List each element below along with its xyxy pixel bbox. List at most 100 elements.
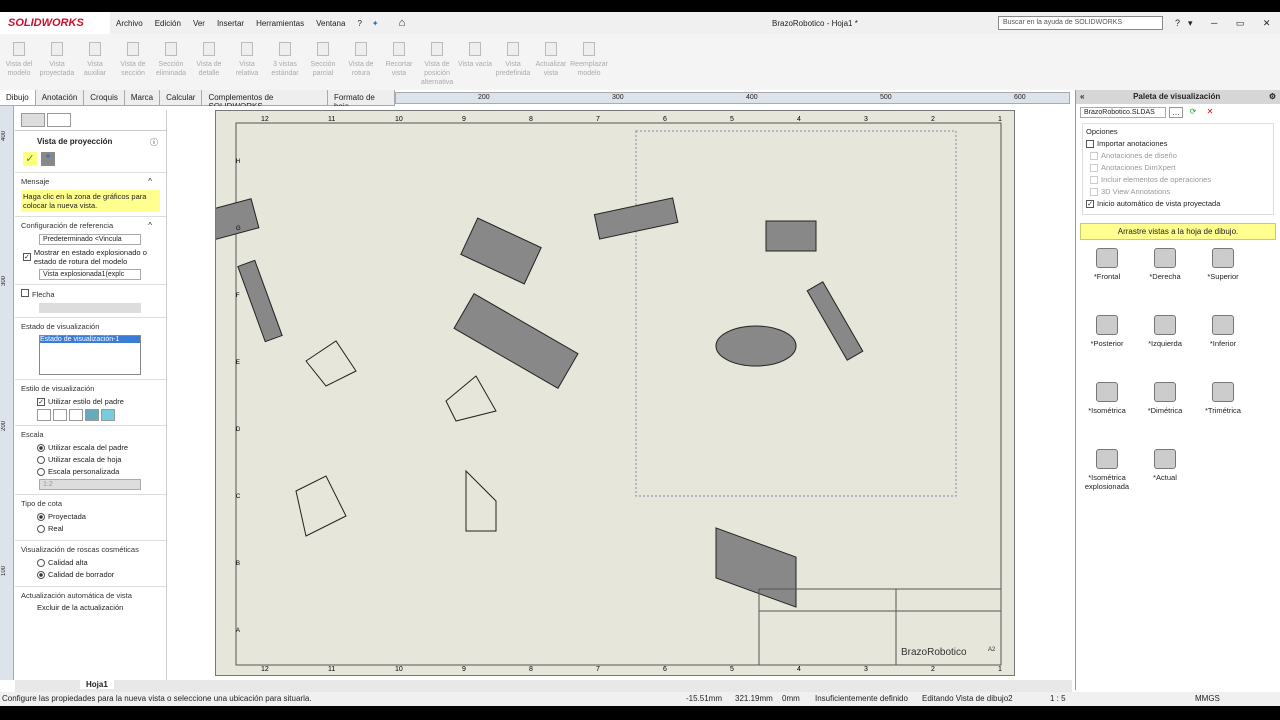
- radio-option[interactable]: Calidad alta: [37, 558, 160, 567]
- command-button[interactable]: Vista proyectada: [38, 42, 76, 90]
- estilo-checkbox[interactable]: ✓: [37, 397, 45, 406]
- command-button[interactable]: Vista auxiliar: [76, 42, 114, 90]
- radio-option[interactable]: Escala personalizada: [37, 467, 160, 476]
- sub-option-label: Anotaciones de diseño: [1101, 151, 1177, 160]
- radio-button[interactable]: [37, 570, 45, 579]
- command-button[interactable]: Vista relativa: [228, 42, 266, 90]
- ruler-label: 500: [880, 94, 892, 101]
- model-select[interactable]: BrazoRobotico.SLDAS: [1080, 107, 1166, 118]
- radio-option[interactable]: Proyectada: [37, 512, 160, 521]
- sheet-tab-hoja1[interactable]: Hoja1: [80, 680, 114, 689]
- display-style-buttons[interactable]: [37, 409, 160, 421]
- close-icon[interactable]: ✕: [1203, 107, 1217, 118]
- flecha-checkbox[interactable]: [21, 289, 29, 297]
- command-button[interactable]: Sección eliminada: [152, 42, 190, 90]
- command-button[interactable]: Actualizar vista: [532, 42, 570, 90]
- tab[interactable]: Dibujo: [0, 90, 36, 105]
- menu-item[interactable]: Archivo: [116, 19, 143, 28]
- tab[interactable]: Anotación: [36, 90, 85, 105]
- palette-view[interactable]: *Izquierda: [1135, 315, 1195, 348]
- ok-button[interactable]: ✓: [23, 152, 37, 166]
- command-icon: [545, 42, 557, 56]
- menu-item[interactable]: Herramientas: [256, 19, 304, 28]
- radio-option[interactable]: Utilizar escala de hoja: [37, 455, 160, 464]
- command-button[interactable]: 3 vistas estándar: [266, 42, 304, 90]
- tab[interactable]: Complementos de SOLIDWORKS: [202, 90, 328, 111]
- estado-list[interactable]: Estado de visualización-1: [39, 335, 141, 375]
- palette-view[interactable]: *Actual: [1135, 449, 1195, 482]
- command-button[interactable]: Recortar vista: [380, 42, 418, 90]
- command-button[interactable]: Vista de rotura: [342, 42, 380, 90]
- menu-item[interactable]: Insertar: [217, 19, 244, 28]
- command-button[interactable]: Vista de sección: [114, 42, 152, 90]
- palette-view[interactable]: *Posterior: [1077, 315, 1137, 348]
- config-select[interactable]: Predeterminado <Vincula: [39, 234, 141, 245]
- palette-view[interactable]: *Superior: [1193, 248, 1253, 281]
- scale-select[interactable]: 1:2: [39, 479, 141, 490]
- view-thumbnail-icon: [1154, 382, 1176, 402]
- palette-view[interactable]: *Frontal: [1077, 248, 1137, 281]
- status-scale[interactable]: 1 : 5: [1050, 692, 1066, 706]
- command-button[interactable]: Vista vacía: [456, 42, 494, 90]
- propertymanager-tab[interactable]: [47, 113, 71, 127]
- radio-button[interactable]: [37, 467, 45, 476]
- sub-option[interactable]: Anotaciones de diseño: [1090, 151, 1270, 160]
- radio-option[interactable]: Utilizar escala del padre: [37, 443, 160, 452]
- radio-button[interactable]: [37, 443, 45, 452]
- explode-select[interactable]: Vista explosionada1(explc: [39, 269, 141, 280]
- auto-checkbox[interactable]: ✓: [1086, 199, 1094, 208]
- help-search-input[interactable]: Buscar en la ayuda de SOLIDWORKS: [998, 16, 1163, 30]
- collapse-icon[interactable]: ^: [148, 221, 152, 230]
- explode-checkbox[interactable]: ✓: [23, 253, 31, 261]
- collapse-icon[interactable]: «: [1080, 90, 1084, 104]
- tab[interactable]: Calcular: [160, 90, 203, 105]
- help-icon[interactable]: ⓘ: [150, 137, 158, 148]
- sub-option[interactable]: Incluir elementos de operaciones: [1090, 175, 1270, 184]
- menu-item[interactable]: Ver: [193, 19, 205, 28]
- radio-button[interactable]: [37, 455, 45, 464]
- menu-item[interactable]: ?: [357, 19, 361, 28]
- radio-button[interactable]: [37, 558, 45, 567]
- browse-button[interactable]: …: [1169, 107, 1183, 118]
- pin-button[interactable]: ✦: [41, 152, 55, 166]
- status-units[interactable]: MMGS: [1195, 692, 1220, 706]
- radio-button[interactable]: [37, 524, 45, 533]
- drawing-sheet[interactable]: BrazoRobotico A2 12 12 11 11 10 10 9 9 8 8 7 7 6 6 5 5 4…: [192, 110, 1015, 676]
- tab[interactable]: Croquis: [84, 90, 125, 105]
- excluir-option[interactable]: Excluir de la actualización: [37, 604, 160, 610]
- menu-item[interactable]: Ventana: [316, 19, 345, 28]
- command-button[interactable]: Vista predefinida: [494, 42, 532, 90]
- view-thumbnail-icon: [1212, 248, 1234, 268]
- palette-view[interactable]: *Isométrica: [1077, 382, 1137, 415]
- pin-icon[interactable]: ✦: [372, 19, 379, 28]
- palette-view[interactable]: *Isométrica explosionada: [1077, 449, 1137, 491]
- sheet-row-label: H: [236, 159, 240, 165]
- featuremanager-tab[interactable]: [21, 113, 45, 127]
- flecha-input[interactable]: [39, 303, 141, 313]
- sub-option[interactable]: Anotaciones DimXpert: [1090, 163, 1270, 172]
- sub-option[interactable]: 3D View Annotations: [1090, 187, 1270, 196]
- palette-view[interactable]: *Trimétrica: [1193, 382, 1253, 415]
- import-checkbox[interactable]: [1086, 139, 1094, 148]
- command-button[interactable]: Vista del modelo: [0, 42, 38, 90]
- tab[interactable]: Marca: [125, 90, 161, 105]
- palette-view[interactable]: *Inferior: [1193, 315, 1253, 348]
- command-button[interactable]: Reemplazar modelo: [570, 42, 608, 90]
- command-button[interactable]: Vista de detalle: [190, 42, 228, 90]
- refresh-icon[interactable]: ⟳: [1186, 107, 1200, 118]
- window-controls[interactable]: ?▾ ─ ▭ ✕: [1175, 18, 1278, 29]
- command-button[interactable]: Sección parcial: [304, 42, 342, 90]
- palette-view[interactable]: *Derecha: [1135, 248, 1195, 281]
- command-icon: [203, 42, 215, 56]
- palette-view[interactable]: *Dimétrica: [1135, 382, 1195, 415]
- menu-item[interactable]: Edición: [155, 19, 181, 28]
- collapse-icon[interactable]: ^: [148, 177, 152, 186]
- home-icon[interactable]: ⌂: [399, 17, 406, 29]
- tab[interactable]: Formato de hoja: [328, 90, 395, 111]
- radio-option[interactable]: Calidad de borrador: [37, 570, 160, 579]
- command-button[interactable]: Vista de posición alternativa: [418, 42, 456, 90]
- radio-option[interactable]: Real: [37, 524, 160, 533]
- estado-item[interactable]: Estado de visualización-1: [40, 336, 140, 343]
- radio-button[interactable]: [37, 512, 45, 521]
- gear-icon[interactable]: ⚙: [1269, 90, 1276, 104]
